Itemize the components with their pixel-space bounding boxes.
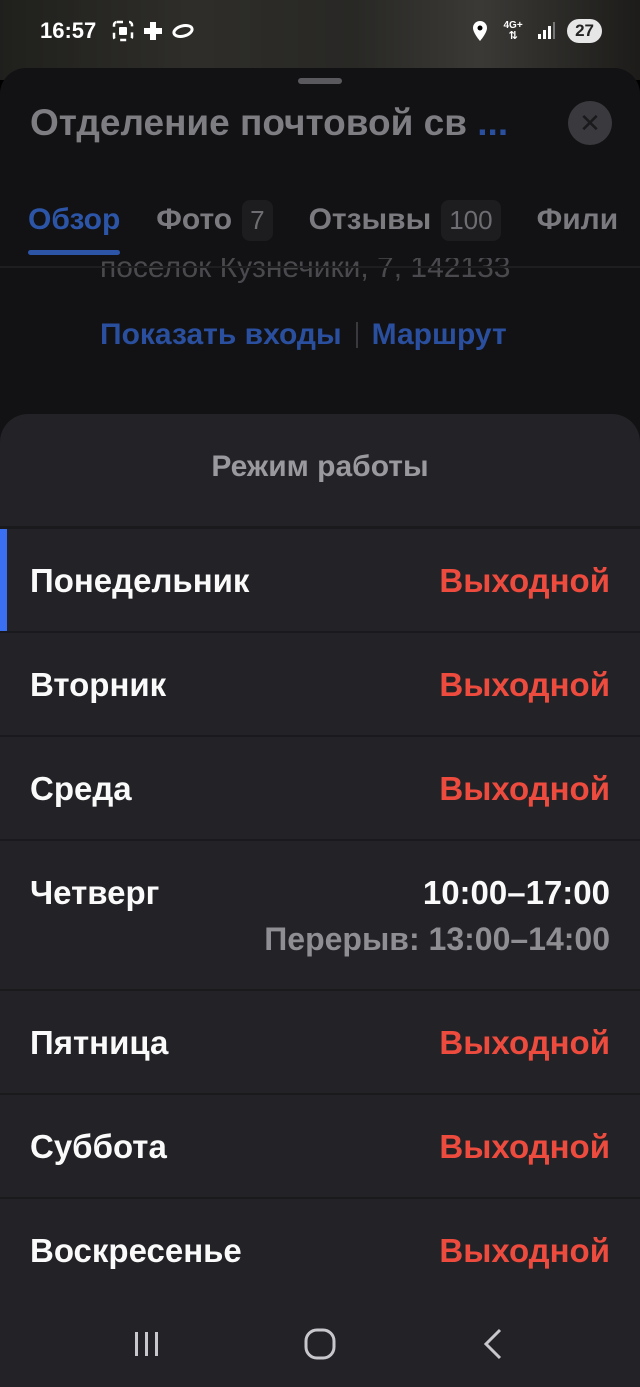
close-icon: ✕ [579,107,601,138]
ring-icon [172,20,194,42]
day-status: Выходной [439,1128,610,1165]
drag-handle[interactable] [298,78,342,84]
close-button[interactable]: ✕ [568,101,612,145]
photo-count-badge: 7 [242,199,273,241]
tab-label: Отзывы [308,203,432,236]
tabs-divider [0,266,640,268]
day-label: Пятница [30,1024,169,1061]
back-icon [484,1328,502,1359]
home-button[interactable] [290,1314,350,1374]
home-icon [304,1328,336,1359]
action-links: Показать входы Маршрут [100,318,507,352]
system-navigation-bar [0,1300,640,1387]
show-entrances-link[interactable]: Показать входы [100,318,342,352]
day-status: 10:00–17:00 [422,874,610,911]
working-hours-panel: Режим работы Понедельник Выходной Вторни… [0,414,640,1300]
tab-overview[interactable]: Обзор [28,203,121,255]
day-label: Вторник [30,666,167,703]
status-bar: 16:57 4G+ ⇅ 27 [0,0,640,62]
day-label: Суббота [30,1128,167,1165]
tab-label: Обзор [28,203,121,236]
tab-bar: Обзор Фото 7 Отзывы 100 Фили [28,196,640,255]
location-icon [469,20,491,42]
tab-reviews[interactable]: Отзывы 100 [308,199,501,241]
day-status: Выходной [439,770,610,807]
break-time: Перерыв: 13:00–14:00 [264,921,610,957]
day-label: Воскресенье [30,1232,242,1269]
place-title-text: Отделение почтовой св [30,102,467,143]
plus-badge-icon [142,20,164,42]
battery-indicator: 27 [567,19,602,43]
tab-branches[interactable]: Фили [537,203,619,237]
hours-row-saturday: Суббота Выходной [0,1095,640,1199]
working-hours-title: Режим работы [211,450,429,483]
hours-row-tuesday: Вторник Выходной [0,633,640,737]
route-link[interactable]: Маршрут [372,318,507,352]
hours-row-sunday: Воскресенье Выходной [0,1199,640,1300]
hours-row-friday: Пятница Выходной [0,991,640,1095]
back-button[interactable] [463,1314,523,1374]
hours-row-monday: Понедельник Выходной [0,529,640,633]
day-status: Выходной [439,1024,610,1061]
signal-icon [535,20,557,42]
day-status: Выходной [439,666,610,703]
hours-row-thursday: Четверг 10:00–17:00 Перерыв: 13:00–14:00 [0,841,640,991]
day-label: Среда [30,770,132,807]
hours-row-wednesday: Среда Выходной [0,737,640,841]
recent-apps-icon [134,1331,158,1356]
day-label: Понедельник [30,562,250,599]
link-separator [355,322,358,348]
day-status: Выходной [439,562,610,599]
address-text: поселок Кузнечики, 7, 142133 [100,258,511,284]
tab-label: Фото [156,203,233,236]
title-ellipsis: ... [477,102,509,143]
data-arrows-icon: 4G+ ⇅ [503,20,523,42]
day-status: Выходной [439,1232,610,1269]
screenshot-icon [112,20,134,42]
day-label: Четверг [30,874,160,911]
place-title: Отделение почтовой св ... [30,102,550,144]
recent-apps-button[interactable] [117,1314,177,1374]
tab-label: Фили [536,203,619,236]
status-time: 16:57 [40,18,97,43]
tab-photos[interactable]: Фото 7 [156,199,273,241]
review-count-badge: 100 [441,199,501,241]
